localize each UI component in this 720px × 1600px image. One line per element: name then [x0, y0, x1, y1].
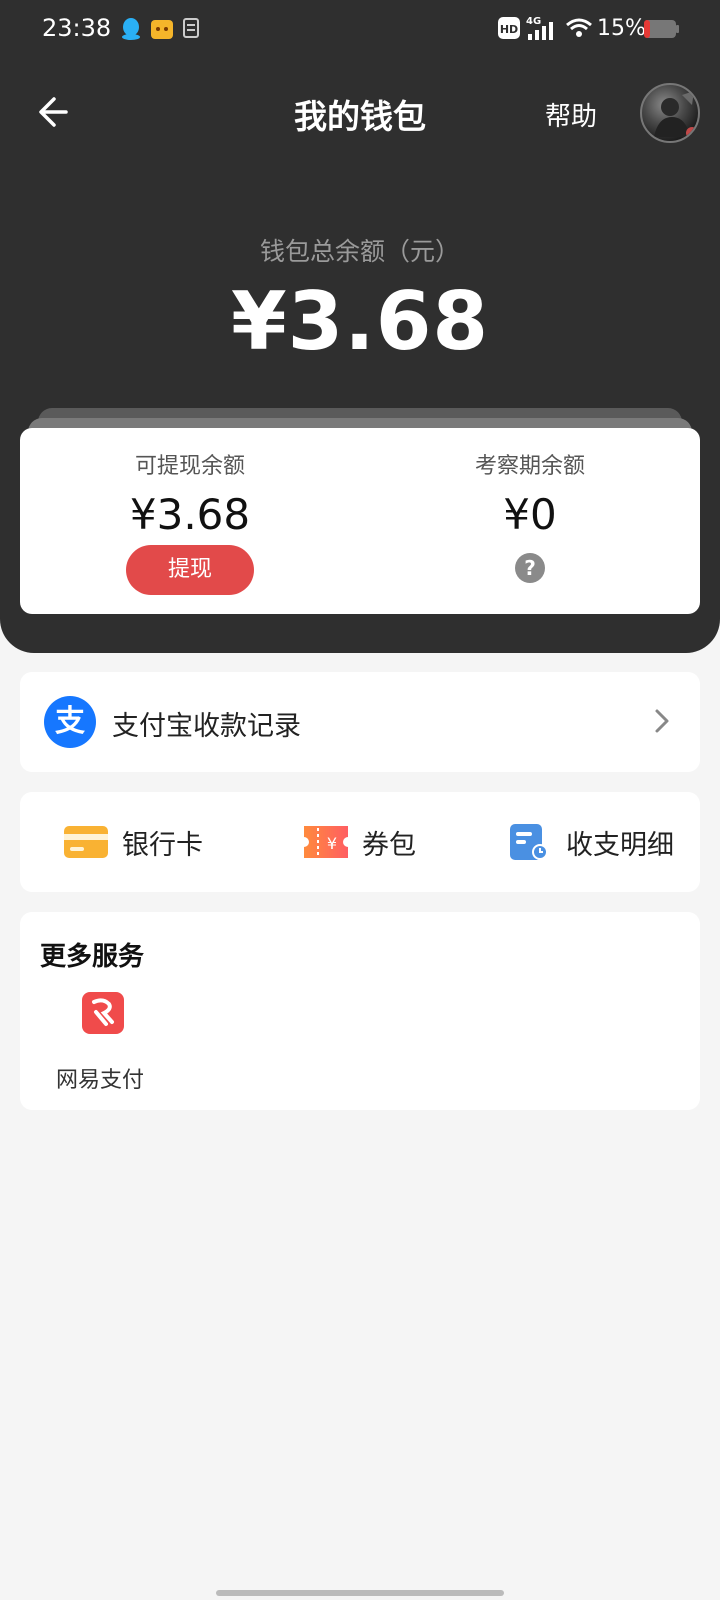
transaction-detail-label: 收支明细: [566, 829, 674, 861]
coupon-label: 券包: [362, 829, 416, 861]
transaction-detail-icon: [510, 824, 548, 860]
chevron-right-icon: [655, 709, 669, 733]
svg-text:4G: 4G: [526, 16, 541, 27]
question-mark-icon[interactable]: ?: [515, 553, 545, 583]
avatar[interactable]: [640, 83, 700, 143]
netease-pay-icon[interactable]: [82, 992, 124, 1034]
battery-percent: 15%: [597, 16, 646, 41]
pending-amount: ¥0: [503, 490, 557, 539]
alipay-records-row[interactable]: 支 支付宝收款记录: [20, 672, 700, 772]
balance-card: 可提现余额 ¥3.68 提现 考察期余额 ¥0 ?: [20, 428, 700, 614]
signal-icon: 4G: [526, 16, 553, 40]
bank-card-label: 银行卡: [122, 829, 203, 861]
document-icon: [183, 18, 199, 38]
home-indicator[interactable]: [216, 1590, 504, 1596]
withdrawable-amount: ¥3.68: [129, 490, 251, 539]
bank-card-icon: [64, 826, 108, 858]
transaction-detail-button[interactable]: 收支明细: [506, 822, 674, 862]
svg-text:HD: HD: [500, 23, 518, 36]
alipay-records-label: 支付宝收款记录: [112, 711, 301, 742]
pending-balance: 考察期余额 ¥0 ?: [360, 428, 700, 614]
qq-icon: [122, 18, 140, 40]
page-title: 我的钱包: [294, 97, 426, 136]
bank-card-button[interactable]: 银行卡: [62, 822, 203, 862]
more-services-card: 更多服务 网易支付: [20, 912, 700, 1110]
hd-icon: HD: [498, 17, 520, 39]
status-time: 23:38: [42, 14, 112, 42]
quick-actions: 银行卡 ¥ 券包 收支明细: [20, 792, 700, 892]
withdraw-button[interactable]: 提现: [126, 545, 254, 595]
video-app-icon: [151, 20, 173, 39]
netease-pay-label[interactable]: 网易支付: [56, 1062, 144, 1094]
alipay-icon: 支: [44, 696, 96, 748]
help-link[interactable]: 帮助: [545, 96, 597, 133]
more-services-title: 更多服务: [40, 942, 145, 972]
total-balance-label: 钱包总余额（元）: [259, 237, 460, 266]
withdrawable-balance: 可提现余额 ¥3.68 提现: [20, 428, 360, 614]
total-balance-amount: ¥3.68: [230, 275, 490, 368]
pending-label: 考察期余额: [474, 454, 585, 479]
svg-text:¥: ¥: [327, 834, 337, 853]
coupon-icon: ¥: [304, 826, 348, 858]
battery-icon: [644, 20, 679, 38]
coupon-button[interactable]: ¥ 券包: [302, 822, 416, 862]
withdrawable-label: 可提现余额: [134, 454, 245, 479]
status-bar: 23:38 HD 4G 15%: [0, 0, 720, 58]
wifi-icon: [566, 18, 592, 37]
